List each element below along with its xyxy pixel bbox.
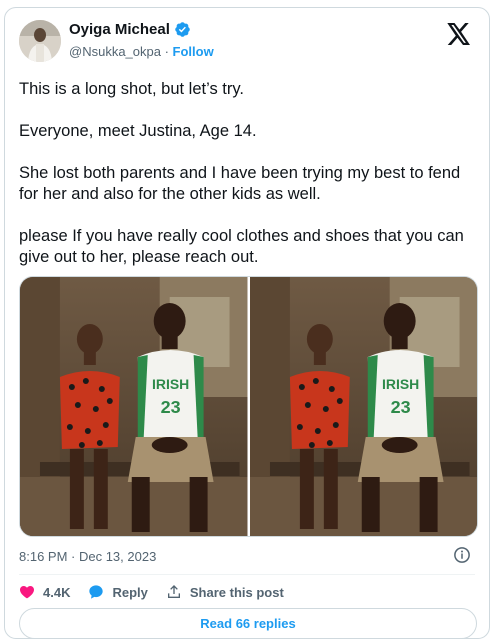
- jersey-number: 23: [390, 397, 410, 417]
- author-handle-row: @Nsukka_okpa · Follow: [69, 44, 214, 59]
- avatar[interactable]: [19, 20, 61, 62]
- x-logo-icon[interactable]: [447, 23, 471, 45]
- tweet-paragraph: Everyone, meet Justina, Age 14.: [19, 122, 257, 140]
- share-button[interactable]: Share this post: [166, 584, 284, 600]
- verified-badge-icon: [175, 22, 190, 37]
- jersey-text: IRISH: [382, 376, 419, 392]
- reply-button[interactable]: Reply: [88, 584, 148, 600]
- heart-icon: [20, 586, 34, 599]
- action-bar: 4.4K Reply Share this post: [19, 580, 284, 604]
- tweet-timestamp[interactable]: 8:16 PM · Dec 13, 2023: [19, 549, 156, 564]
- info-icon[interactable]: [453, 546, 471, 564]
- photo-right[interactable]: IRISH 23: [249, 277, 477, 536]
- author-name[interactable]: Oyiga Micheal: [69, 21, 170, 38]
- tweet-paragraph: She lost both parents and I have been tr…: [19, 164, 461, 203]
- read-replies-button[interactable]: Read 66 replies: [19, 608, 477, 639]
- author-handle[interactable]: @Nsukka_okpa: [69, 44, 161, 59]
- tweet-paragraph: This is a long shot, but let’s try.: [19, 80, 244, 98]
- divider: [19, 574, 475, 575]
- share-upload-icon: [167, 585, 180, 598]
- media-grid: IRISH 23 IRISH 23: [19, 276, 478, 537]
- photo-left[interactable]: IRISH 23: [20, 277, 248, 536]
- tweet-paragraph: please If you have really cool clothes a…: [19, 227, 464, 266]
- jersey-number: 23: [161, 397, 181, 417]
- follow-button[interactable]: Follow: [173, 44, 214, 59]
- tweet-card: Oyiga Micheal @Nsukka_okpa · Follow This…: [4, 7, 490, 639]
- handle-separator: ·: [160, 44, 173, 59]
- share-label: Share this post: [189, 584, 284, 600]
- like-button[interactable]: 4.4K: [19, 584, 70, 600]
- reply-bubble-icon: [89, 585, 104, 599]
- reply-label: Reply: [112, 584, 148, 600]
- like-count: 4.4K: [43, 584, 71, 600]
- tweet-text: This is a long shot, but let’s try. Ever…: [19, 79, 477, 268]
- jersey-text: IRISH: [152, 376, 189, 392]
